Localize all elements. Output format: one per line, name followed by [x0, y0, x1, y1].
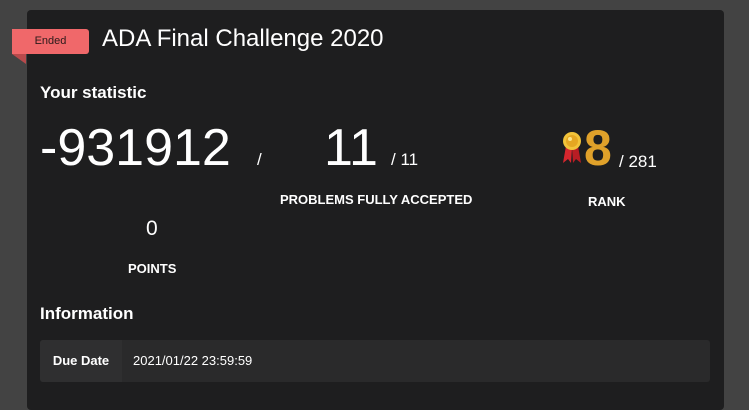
- solved-total: / 11: [391, 150, 419, 169]
- points-value: 0: [146, 217, 158, 240]
- score-value: -931912: [40, 119, 231, 177]
- rank-label: RANK: [588, 194, 626, 209]
- due-date-value: 2021/01/22 23:59:59: [133, 353, 253, 368]
- statistic-heading: Your statistic: [40, 83, 147, 102]
- due-date-row: Due Date 2021/01/22 23:59:59: [40, 340, 710, 382]
- gold-medal-icon: [563, 132, 581, 163]
- solved-value: 11: [324, 119, 378, 177]
- status-badge-fold: [12, 54, 26, 64]
- points-label: POINTS: [128, 261, 177, 276]
- solved-label: PROBLEMS FULLY ACCEPTED: [280, 192, 473, 207]
- due-date-label: Due Date: [40, 340, 122, 382]
- contest-title: ADA Final Challenge 2020: [102, 25, 384, 52]
- rank-value: 8: [584, 120, 612, 176]
- status-badge: Ended: [12, 29, 89, 54]
- information-heading: Information: [40, 304, 134, 323]
- score-separator: /: [257, 150, 262, 169]
- rank-total: / 281: [619, 152, 657, 171]
